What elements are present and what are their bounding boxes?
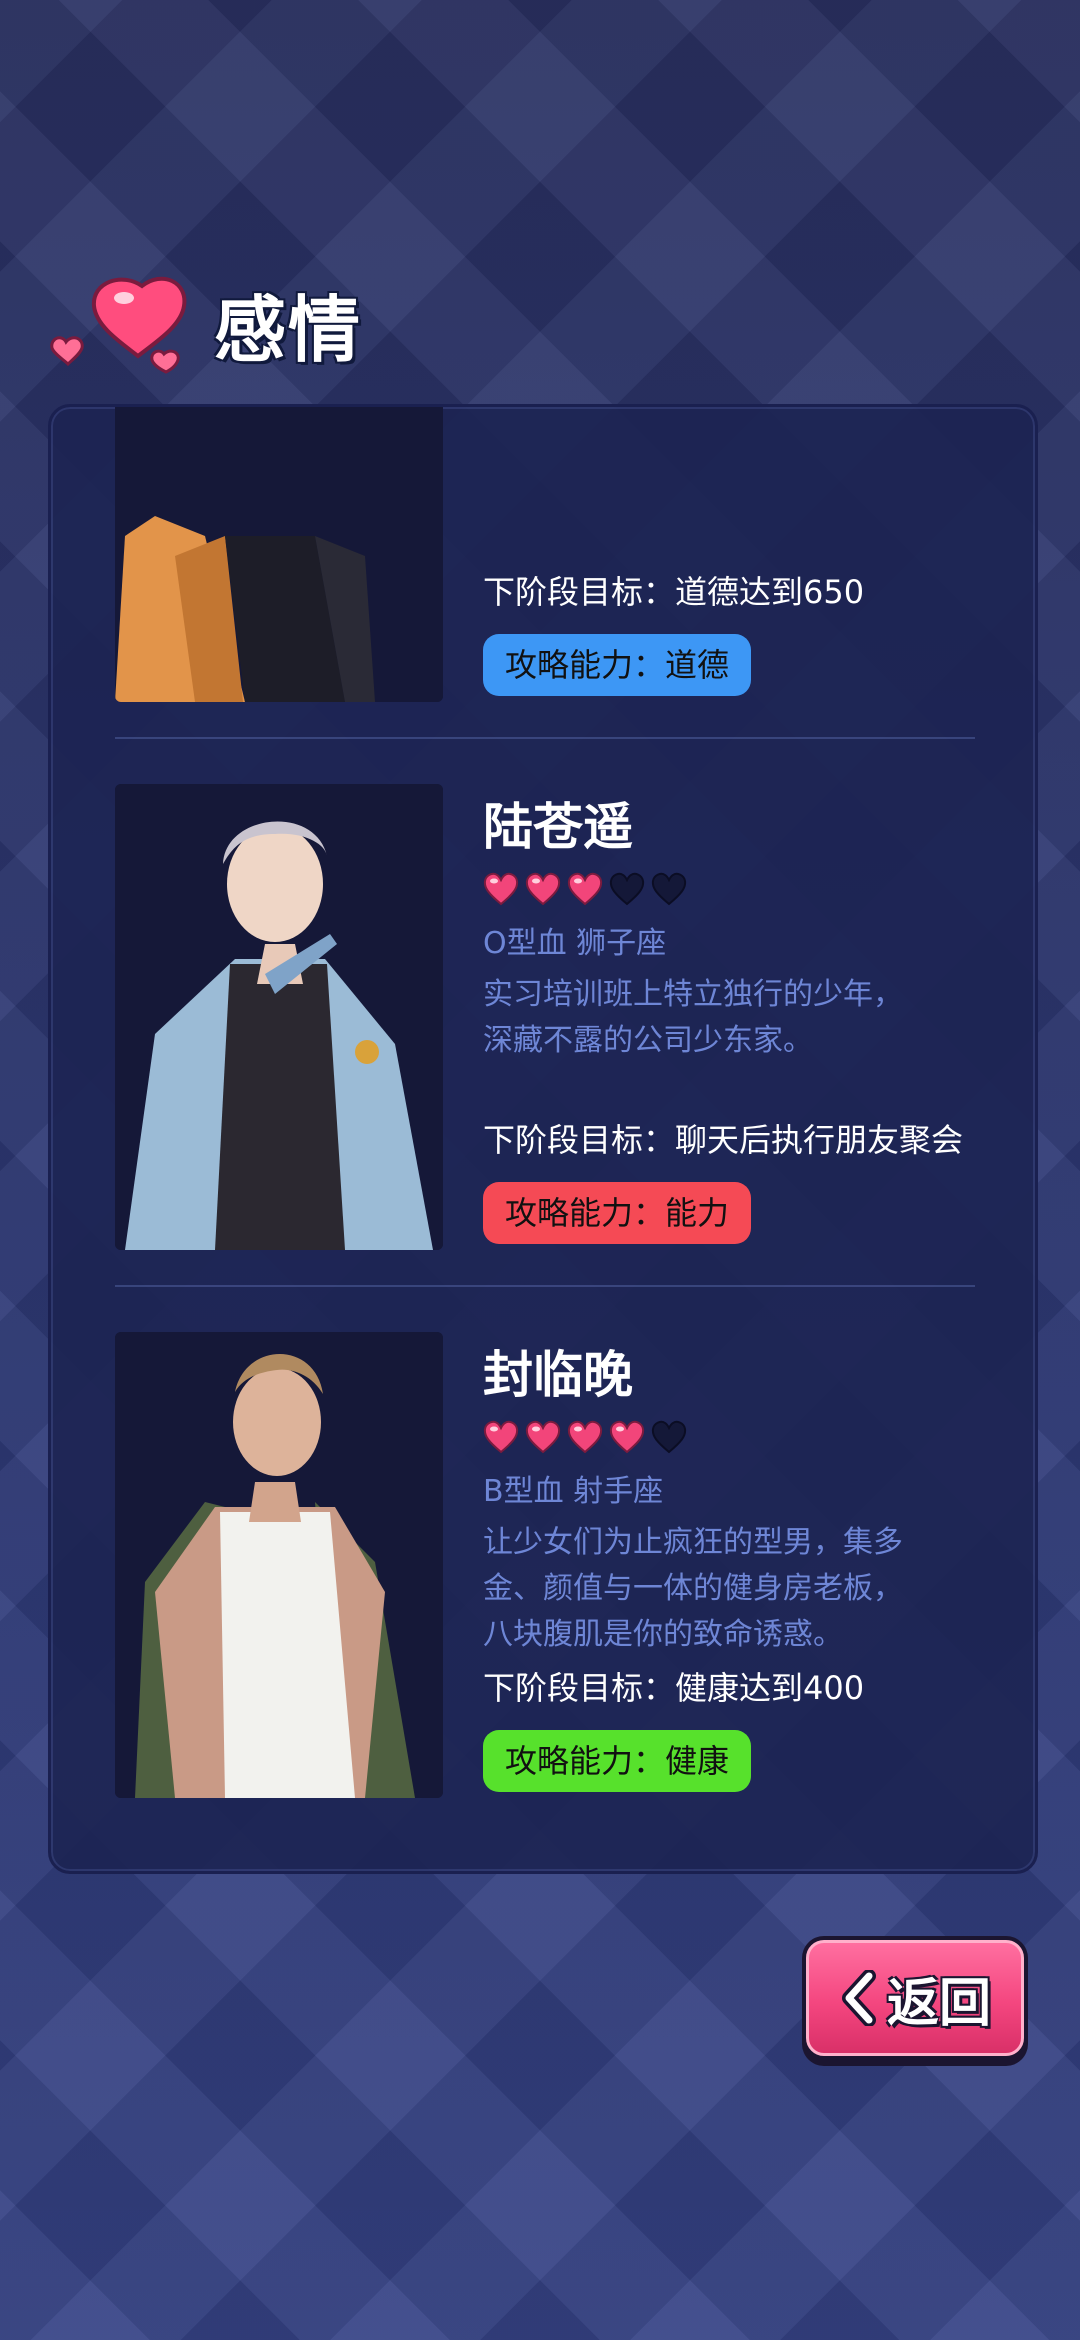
chevron-left-icon [841, 1970, 876, 2026]
character-name: 陆苍遥 [483, 798, 633, 856]
back-button[interactable]: 返回 [802, 1936, 1028, 2066]
heart-empty-icon [651, 872, 687, 906]
heart-filled-icon [525, 872, 561, 906]
ability-badge: 攻略能力：健康 [483, 1730, 752, 1792]
heart-empty-icon [609, 872, 645, 906]
heart-filled-icon [483, 1420, 519, 1454]
list-item[interactable]: 封临晚 B型血 射手座 让少女们为止疯狂的型男，集多 金、颜值与一体的健身房老板… [51, 1287, 1035, 1805]
heart-filled-icon [567, 872, 603, 906]
back-button-face[interactable]: 返回 [806, 1940, 1024, 2056]
character-panel: 下阶段目标：道德达到650 攻略能力：道德 陆苍遥 O型血 狮子座 实习培训班上… [48, 404, 1038, 1874]
heart-empty-icon [651, 1420, 687, 1454]
character-description: 实习培训班上特立独行的少年， 深藏不露的公司少东家。 [483, 977, 903, 1058]
portrait-image [115, 784, 443, 1250]
character-portrait [115, 1332, 443, 1798]
list-item[interactable]: 下阶段目标：道德达到650 攻略能力：道德 [51, 407, 1035, 739]
blood-type-zodiac: O型血 狮子座 [483, 926, 667, 961]
heart-filled-icon [567, 1420, 603, 1454]
next-goal: 下阶段目标：健康达到400 [483, 1669, 865, 1707]
ability-badge: 攻略能力：道德 [483, 634, 752, 696]
heart-filled-icon [483, 872, 519, 906]
character-info: 封临晚 B型血 射手座 让少女们为止疯狂的型男，集多 金、颜值与一体的健身房老板… [483, 1332, 1035, 1792]
character-list: 下阶段目标：道德达到650 攻略能力：道德 陆苍遥 O型血 狮子座 实习培训班上… [51, 407, 1035, 1805]
page-title: 感情 [214, 287, 363, 372]
affection-rating [483, 870, 1035, 908]
page-header: 感情 [44, 268, 362, 378]
character-name: 封临晚 [483, 1346, 633, 1404]
next-goal: 下阶段目标：道德达到650 [483, 573, 865, 611]
character-portrait [115, 784, 443, 1250]
back-button-label: 返回 [886, 1973, 991, 2034]
blood-type-zodiac: B型血 射手座 [483, 1474, 664, 1509]
portrait-image [115, 407, 443, 702]
ability-badge: 攻略能力：能力 [483, 1182, 752, 1244]
character-info: 陆苍遥 O型血 狮子座 实习培训班上特立独行的少年， 深藏不露的公司少东家。 下… [483, 784, 1035, 1244]
heart-filled-icon [525, 1420, 561, 1454]
next-goal: 下阶段目标：聊天后执行朋友聚会 [483, 1121, 964, 1159]
heart-filled-icon [609, 1420, 645, 1454]
portrait-image [115, 1332, 443, 1798]
list-item[interactable]: 陆苍遥 O型血 狮子座 实习培训班上特立独行的少年， 深藏不露的公司少东家。 下… [51, 739, 1035, 1287]
character-list-scroll[interactable]: 下阶段目标：道德达到650 攻略能力：道德 陆苍遥 O型血 狮子座 实习培训班上… [51, 407, 1035, 1805]
character-description: 让少女们为止疯狂的型男，集多 金、颜值与一体的健身房老板， 八块腹肌是你的致命诱… [483, 1525, 903, 1652]
character-portrait [115, 407, 443, 702]
heart-icon [50, 276, 187, 374]
affection-rating [483, 1418, 1035, 1456]
